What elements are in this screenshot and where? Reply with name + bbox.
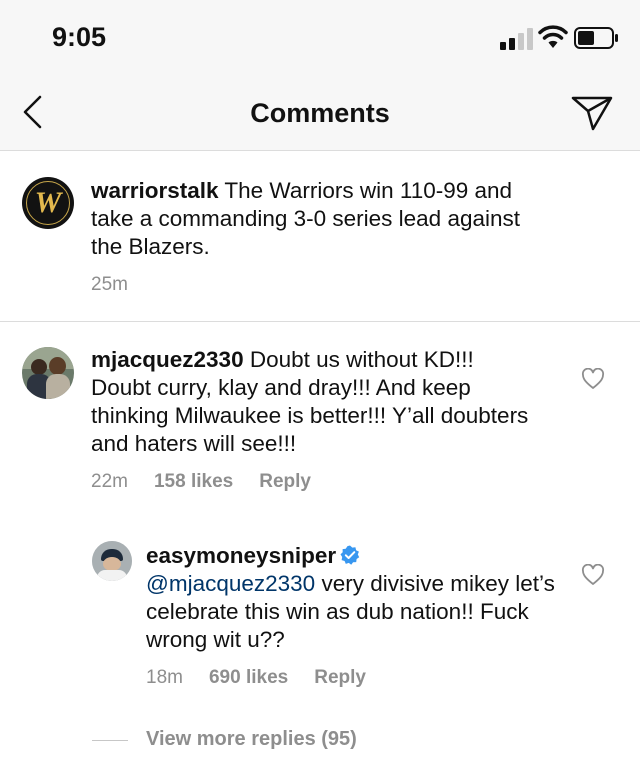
verified-badge-icon: [340, 545, 360, 565]
caption-username[interactable]: warriorstalk: [91, 178, 219, 203]
page-title: Comments: [250, 98, 390, 128]
status-time: 9:05: [52, 22, 107, 52]
view-more-replies-label[interactable]: View more replies (95): [146, 728, 357, 751]
direct-send-icon[interactable]: [570, 94, 614, 132]
cellular-signal-icon: [500, 28, 533, 50]
like-heart-icon[interactable]: [581, 368, 605, 390]
caption-text: warriorstalk The Warriors win 110-99 and…: [91, 177, 551, 261]
likes-count[interactable]: 158 likes: [154, 471, 233, 492]
avatar[interactable]: [22, 347, 74, 399]
reply-text: easymoneysniper @mjacquez2330 very divis…: [146, 542, 566, 654]
caption-meta: 25m: [91, 274, 154, 296]
comment-username[interactable]: mjacquez2330: [91, 347, 244, 372]
navigation-bar: Comments: [0, 78, 640, 151]
comment-text: mjacquez2330 Doubt us without KD!!! Doub…: [91, 346, 531, 458]
reply-meta: 18m 690 likes Reply: [146, 667, 392, 689]
like-heart-icon[interactable]: [581, 564, 605, 586]
post-caption: W warriorstalk The Warriors win 110-99 a…: [0, 151, 640, 322]
likes-count[interactable]: 690 likes: [209, 667, 288, 688]
reply-button[interactable]: Reply: [259, 471, 311, 492]
comment-timestamp: 22m: [91, 471, 128, 492]
reply-mention[interactable]: @mjacquez2330: [146, 571, 315, 596]
comment-meta: 22m 158 likes Reply: [91, 471, 337, 493]
reply-button[interactable]: Reply: [314, 667, 366, 688]
battery-icon: [574, 27, 618, 49]
caption-timestamp: 25m: [91, 274, 128, 295]
warriors-logo-letter: W: [34, 186, 62, 219]
reply-timestamp: 18m: [146, 667, 183, 688]
wifi-icon: [538, 25, 568, 48]
avatar[interactable]: [92, 541, 132, 581]
divider-line: [92, 740, 128, 741]
avatar[interactable]: W: [22, 177, 74, 229]
reply-username[interactable]: easymoneysniper: [146, 543, 336, 568]
status-bar: 9:05: [0, 0, 640, 78]
